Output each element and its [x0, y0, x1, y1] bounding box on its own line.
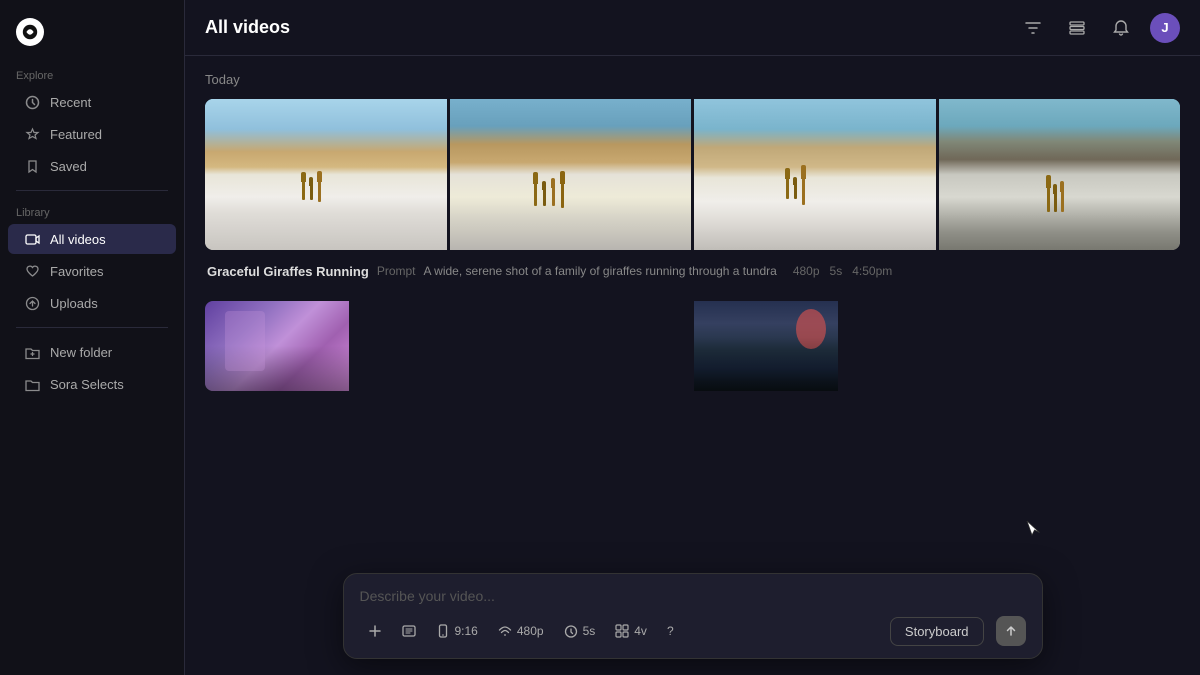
- user-avatar[interactable]: J: [1150, 13, 1180, 43]
- sidebar-item-recent[interactable]: Recent: [8, 87, 176, 117]
- video-description-input[interactable]: [360, 586, 1026, 606]
- sidebar-item-uploads-label: Uploads: [50, 296, 98, 311]
- storyboard-button[interactable]: Storyboard: [890, 617, 984, 646]
- aspect-ratio-label: 9:16: [455, 624, 478, 638]
- date-section: Today: [205, 72, 1180, 87]
- help-label: ?: [667, 624, 674, 638]
- plus-icon: [368, 624, 382, 638]
- upload-icon: [24, 295, 40, 311]
- clock-icon: [24, 94, 40, 110]
- header: All videos J: [185, 0, 1200, 56]
- video-thumb-4[interactable]: [939, 99, 1181, 250]
- help-button[interactable]: ?: [659, 619, 682, 643]
- star-icon: [24, 126, 40, 142]
- sidebar-item-favorites[interactable]: Favorites: [8, 256, 176, 286]
- video-time: 4:50pm: [852, 264, 892, 278]
- sidebar-item-sora-selects-label: Sora Selects: [50, 377, 124, 392]
- video-prompt-text: A wide, serene shot of a family of giraf…: [424, 264, 777, 278]
- duration-label: 5s: [583, 624, 596, 638]
- sidebar-item-featured-label: Featured: [50, 127, 102, 142]
- notifications-button[interactable]: [1106, 13, 1136, 43]
- explore-section-label: Explore: [0, 62, 184, 86]
- sidebar-item-sora-selects[interactable]: Sora Selects: [8, 369, 176, 399]
- sidebar-item-new-folder[interactable]: New folder: [8, 337, 176, 367]
- video-meta: 480p 5s 4:50pm: [793, 264, 892, 278]
- video-thumb-2[interactable]: [450, 99, 692, 250]
- header-actions: J: [1018, 13, 1180, 43]
- folder-plus-icon: [24, 344, 40, 360]
- sidebar-divider-1: [16, 190, 168, 191]
- app-logo[interactable]: [0, 12, 184, 62]
- sidebar-item-uploads[interactable]: Uploads: [8, 288, 176, 318]
- resolution-button[interactable]: 480p: [490, 619, 552, 643]
- video-icon: [24, 231, 40, 247]
- text-icon: [402, 624, 416, 638]
- folder-icon: [24, 376, 40, 392]
- content-area: Today: [185, 56, 1200, 675]
- clock-icon: [564, 624, 578, 638]
- duration-button[interactable]: 5s: [556, 619, 604, 643]
- video-resolution: 480p: [793, 264, 820, 278]
- video-grid-secondary: [205, 301, 1180, 391]
- variant-button[interactable]: 4v: [607, 619, 655, 643]
- sidebar-item-all-videos-label: All videos: [50, 232, 106, 247]
- page-title: All videos: [205, 17, 290, 38]
- filter-button[interactable]: [1018, 13, 1048, 43]
- video-thumb-5[interactable]: [205, 301, 349, 391]
- sidebar-divider-2: [16, 327, 168, 328]
- sidebar-item-all-videos[interactable]: All videos: [8, 224, 176, 254]
- grid-icon: [615, 624, 629, 638]
- aspect-ratio-button[interactable]: 9:16: [428, 619, 486, 643]
- bookmark-icon: [24, 158, 40, 174]
- sidebar: Explore Recent Featured Saved Library: [0, 0, 185, 675]
- list-button[interactable]: [1062, 13, 1092, 43]
- submit-button[interactable]: [996, 616, 1026, 646]
- video-info-bar: Graceful Giraffes Running Prompt A wide,…: [205, 258, 1180, 285]
- sidebar-item-new-folder-label: New folder: [50, 345, 112, 360]
- toolbar-controls: 9:16 480p: [360, 616, 1026, 646]
- sidebar-item-saved[interactable]: Saved: [8, 151, 176, 181]
- video-title: Graceful Giraffes Running: [207, 264, 369, 279]
- video-thumb-3[interactable]: [694, 99, 936, 250]
- video-thumb-6[interactable]: [694, 301, 838, 391]
- resolution-label: 480p: [517, 624, 544, 638]
- add-button[interactable]: [360, 619, 390, 643]
- logo-icon: [16, 18, 44, 46]
- heart-icon: [24, 263, 40, 279]
- prompt-label: Prompt: [377, 264, 416, 278]
- variant-label: 4v: [634, 624, 647, 638]
- prompt-toolbar: 9:16 480p: [343, 573, 1043, 659]
- sidebar-item-featured[interactable]: Featured: [8, 119, 176, 149]
- text-button[interactable]: [394, 619, 424, 643]
- wifi-icon: [498, 624, 512, 638]
- sidebar-item-favorites-label: Favorites: [50, 264, 103, 279]
- video-grid-primary: [205, 99, 1180, 250]
- mobile-icon: [436, 624, 450, 638]
- mouse-cursor: [1026, 520, 1040, 545]
- video-duration: 5s: [830, 264, 843, 278]
- sidebar-item-recent-label: Recent: [50, 95, 91, 110]
- sidebar-item-saved-label: Saved: [50, 159, 87, 174]
- toolbar-input-row: [360, 586, 1026, 606]
- library-section-label: Library: [0, 199, 184, 223]
- main-content: All videos J: [185, 0, 1200, 675]
- video-thumb-1[interactable]: [205, 99, 447, 250]
